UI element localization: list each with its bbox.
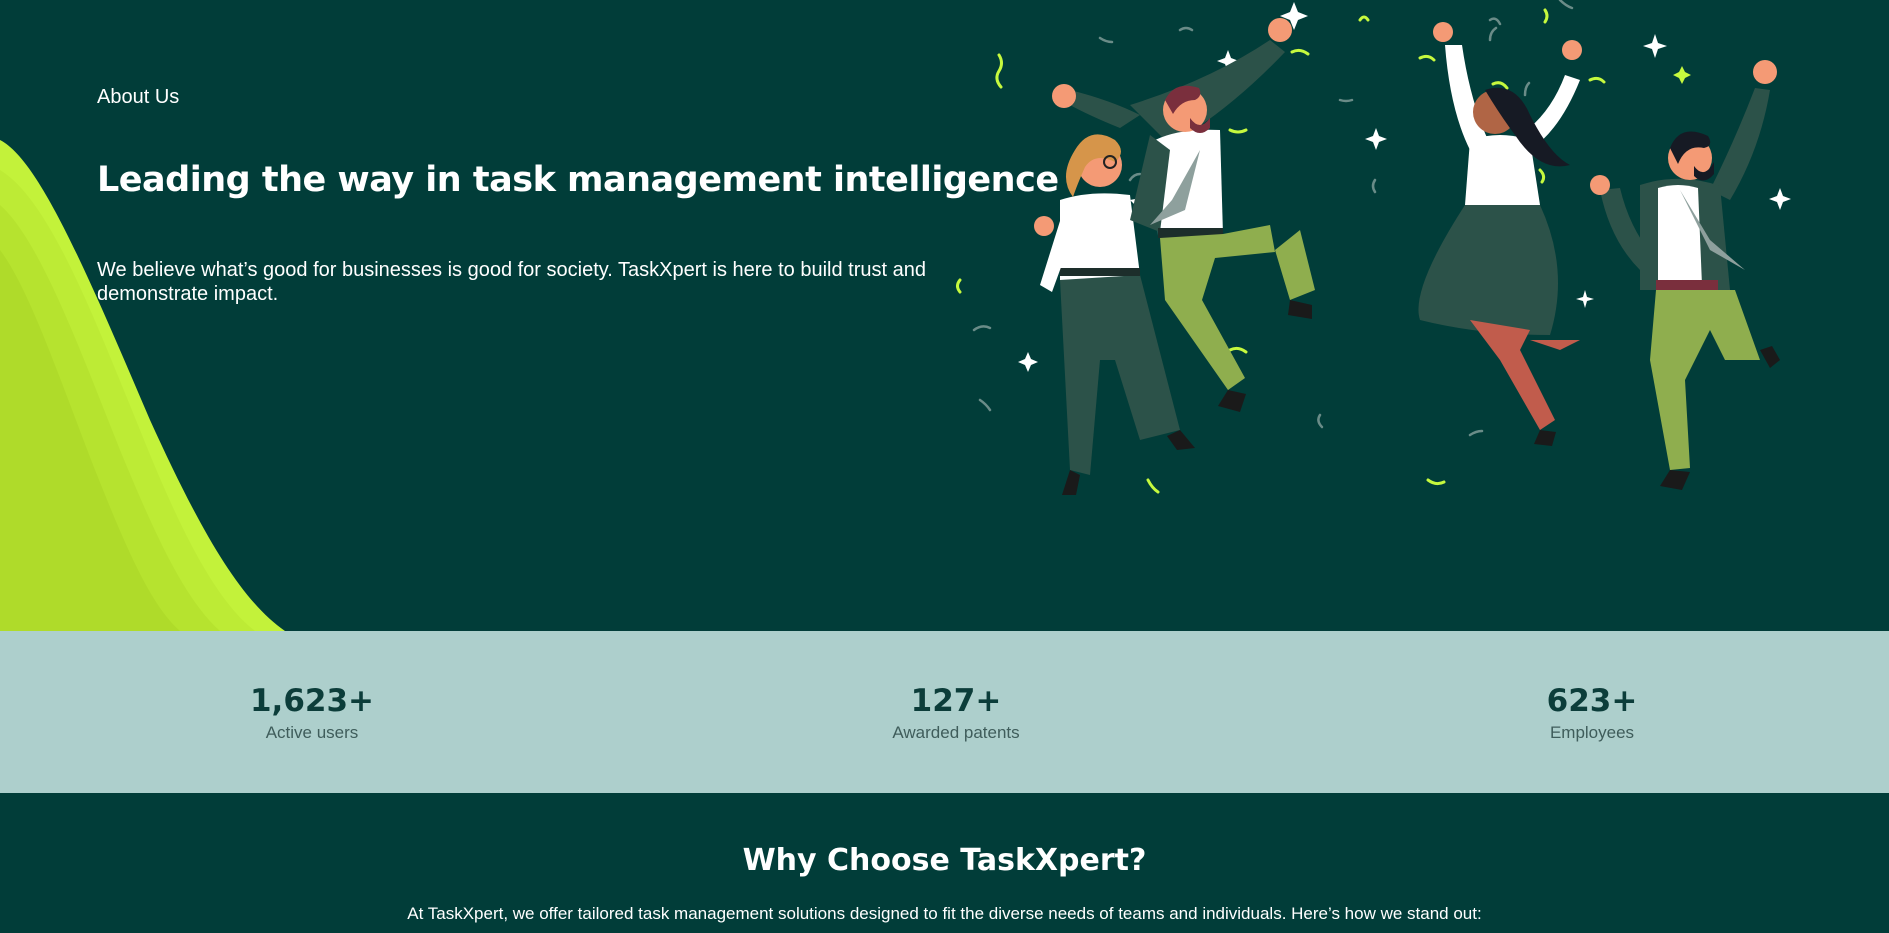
stats-band: 1,623+ Active users 127+ Awarded patents… bbox=[0, 631, 1889, 793]
stat-value: 1,623+ bbox=[249, 683, 375, 719]
stat-employees: 623+ Employees bbox=[1442, 683, 1742, 743]
person-woman-skirt bbox=[1418, 22, 1582, 446]
hero-description: We believe what’s good for businesses is… bbox=[97, 259, 926, 305]
why-choose-intro: At TaskXpert, we offer tailored task man… bbox=[407, 904, 1482, 923]
stat-awarded-patents: 127+ Awarded patents bbox=[806, 683, 1106, 743]
people-jumping-celebration-illustration bbox=[956, 0, 1791, 495]
hero-title: Leading the way in task management intel… bbox=[97, 160, 1059, 200]
stat-label: Employees bbox=[1549, 723, 1635, 742]
person-man-right bbox=[1590, 60, 1780, 490]
why-choose-section: Why Choose TaskXpert? At TaskXpert, we o… bbox=[0, 793, 1889, 933]
stat-label: Awarded patents bbox=[892, 723, 1020, 742]
stat-value: 127+ bbox=[910, 683, 1002, 719]
hero-section: About Us Leading the way in task managem… bbox=[0, 0, 1889, 631]
why-choose-title: Why Choose TaskXpert? bbox=[742, 843, 1147, 878]
stat-active-users: 1,623+ Active users bbox=[162, 683, 462, 743]
stat-value: 623+ bbox=[1546, 683, 1638, 719]
about-us-label: About Us bbox=[97, 86, 180, 108]
stat-label: Active users bbox=[265, 723, 359, 742]
